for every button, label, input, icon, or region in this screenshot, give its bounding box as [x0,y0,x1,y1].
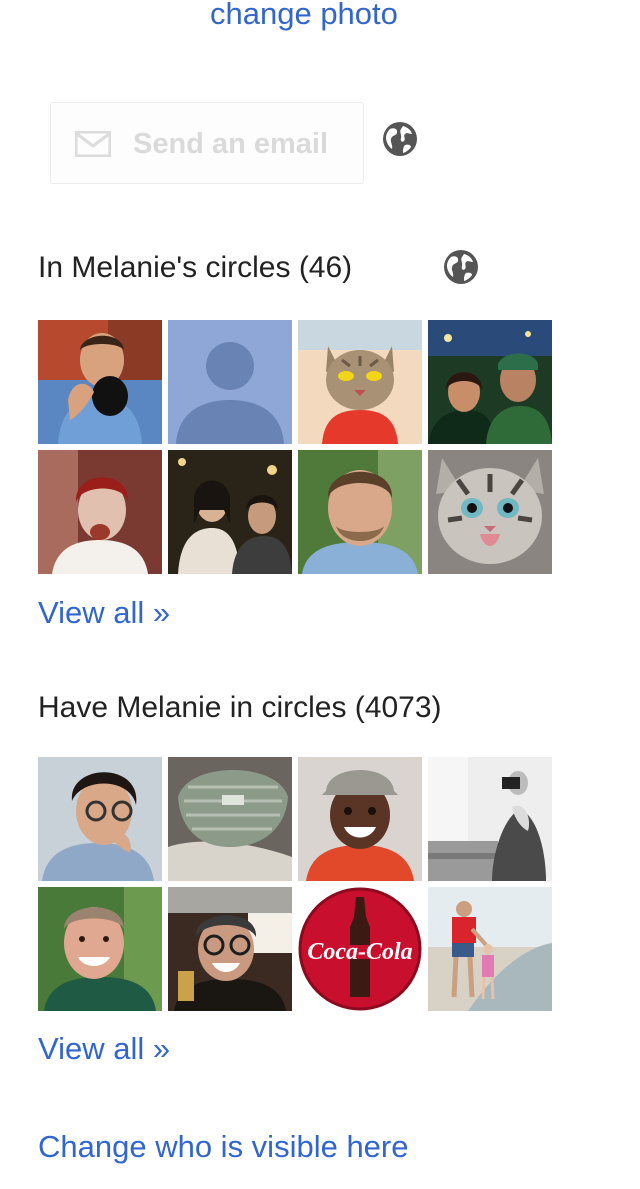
have-in-circles-heading: Have Melanie in circles (4073) [38,691,442,724]
svg-text:Coca-Cola: Coca-Cola [307,939,412,965]
in-circles-grid [38,320,553,575]
avatar-father-child-beach[interactable] [428,887,552,1011]
avatar-person-drinking[interactable] [38,320,162,444]
avatar-red-haired-man[interactable] [38,450,162,574]
avatar-two-friends[interactable] [168,450,292,574]
avatar-smiling-older-man[interactable] [38,887,162,1011]
avatar-photographer-bw[interactable] [428,757,552,881]
profile-sidebar: change photo Send an email In Melanie's … [0,0,640,1189]
send-email-label: Send an email [133,128,329,160]
avatar-coca-cola-logo[interactable]: Coca-Cola [298,887,422,1011]
avatar-striped-hat[interactable] [168,757,292,881]
avatar-couple-at-night[interactable] [428,320,552,444]
avatar-tabby-kitten[interactable] [428,450,552,574]
have-in-circles-grid: Coca-Cola [38,757,553,1012]
avatar-man-with-glasses[interactable] [38,757,162,881]
change-visibility-link[interactable]: Change who is visible here [38,1126,409,1168]
avatar-default-silhouette[interactable] [168,320,292,444]
send-email-button[interactable]: Send an email [50,102,364,184]
avatar-woman-with-glasses[interactable] [168,887,292,1011]
globe-icon[interactable] [442,248,480,286]
avatar-cartoon-cat[interactable] [298,320,422,444]
globe-icon[interactable] [381,120,419,158]
change-photo-link[interactable]: change photo [210,0,398,36]
avatar-smiling-man-cap[interactable] [298,757,422,881]
envelope-icon [75,131,111,157]
view-all-have-in-circles-link[interactable]: View all » [38,1028,170,1070]
in-circles-heading: In Melanie's circles (46) [38,251,353,284]
view-all-in-circles-link[interactable]: View all » [38,592,170,634]
avatar-bearded-man[interactable] [298,450,422,574]
